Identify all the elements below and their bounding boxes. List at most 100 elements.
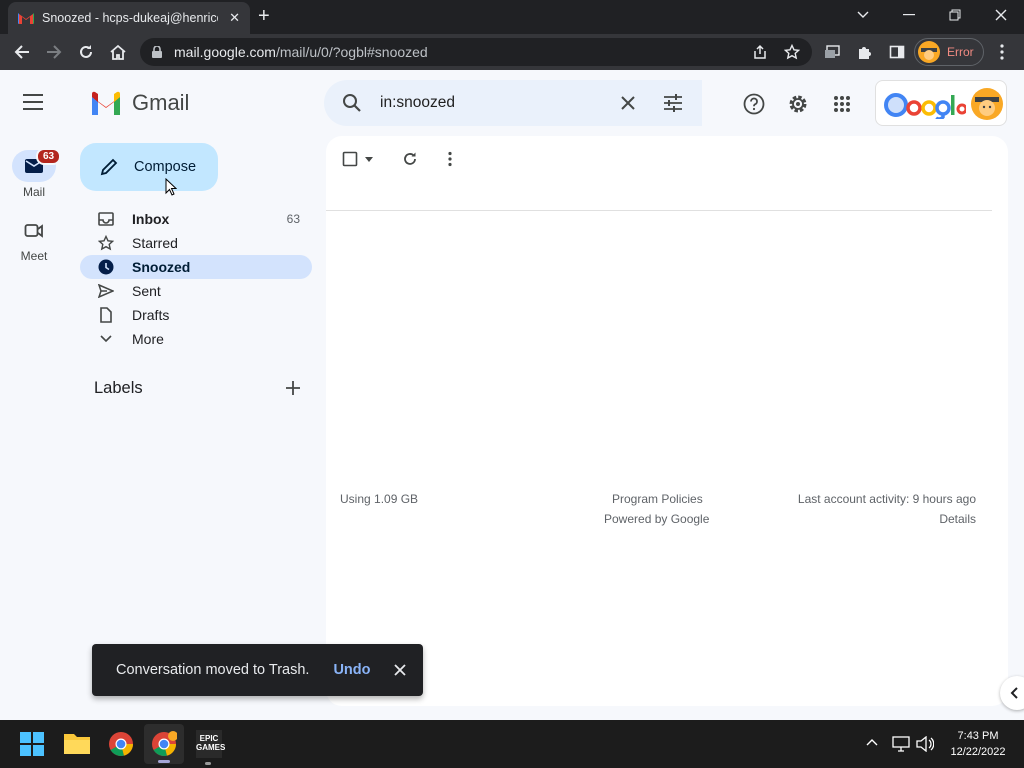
network-icon[interactable] bbox=[892, 736, 910, 752]
activity-details-link[interactable]: Details bbox=[939, 512, 976, 526]
tray-chevron-up-icon[interactable] bbox=[866, 738, 878, 746]
search-bar[interactable]: in:snoozed bbox=[324, 80, 702, 126]
nav-starred[interactable]: Starred bbox=[80, 231, 312, 255]
clear-search-icon[interactable] bbox=[621, 96, 635, 110]
settings-gear-icon[interactable] bbox=[778, 84, 818, 124]
epic-games-icon[interactable]: EPIC GAMES bbox=[196, 730, 225, 758]
minimize-icon[interactable] bbox=[886, 0, 932, 30]
rail-meet[interactable]: Meet bbox=[0, 222, 68, 263]
profile-error-button[interactable]: Error bbox=[914, 38, 984, 66]
close-window-icon[interactable] bbox=[978, 0, 1024, 30]
compose-label: Compose bbox=[134, 159, 197, 175]
clock-time[interactable]: 7:43 PM bbox=[948, 730, 1008, 742]
chevron-left-icon bbox=[1010, 687, 1018, 699]
video-camera-icon bbox=[24, 224, 43, 238]
select-all-checkbox[interactable] bbox=[342, 151, 373, 167]
nav-drafts[interactable]: Drafts bbox=[80, 303, 312, 327]
rail-meet-label: Meet bbox=[20, 249, 48, 263]
url-path: /mail/u/0/?ogbl#snoozed bbox=[275, 44, 428, 60]
mail-unread-badge: 63 bbox=[36, 148, 62, 165]
browser-menu-icon[interactable] bbox=[986, 34, 1018, 70]
google-doodle-logo bbox=[884, 93, 966, 119]
nav-inbox-label: Inbox bbox=[132, 211, 170, 227]
clock-icon bbox=[98, 259, 114, 275]
reload-icon[interactable] bbox=[70, 34, 102, 70]
bookmark-star-icon[interactable] bbox=[784, 44, 800, 60]
nav-snoozed-label: Snoozed bbox=[132, 259, 191, 275]
labels-heading: Labels bbox=[94, 379, 143, 397]
refresh-icon[interactable] bbox=[402, 151, 418, 167]
share-icon[interactable] bbox=[752, 44, 768, 60]
nav-more[interactable]: More bbox=[80, 327, 312, 351]
toolbar-divider bbox=[326, 210, 992, 211]
apps-grid-icon[interactable] bbox=[822, 84, 862, 124]
home-icon[interactable] bbox=[102, 34, 134, 70]
account-avatar-icon[interactable] bbox=[970, 87, 1004, 121]
search-options-icon[interactable] bbox=[663, 94, 683, 112]
close-tab-icon[interactable]: ✕ bbox=[229, 10, 240, 26]
program-policies-link[interactable]: Program Policies bbox=[612, 492, 703, 506]
nav-snoozed[interactable]: Snoozed bbox=[80, 255, 312, 279]
account-switcher[interactable] bbox=[875, 80, 1007, 126]
draft-icon bbox=[100, 307, 112, 323]
nav-inbox-count: 63 bbox=[286, 212, 300, 226]
compose-button[interactable]: Compose bbox=[80, 143, 218, 191]
url-text: mail.google.com/mail/u/0/?ogbl#snoozed bbox=[174, 44, 428, 60]
more-options-icon[interactable] bbox=[448, 151, 452, 167]
close-snackbar-icon[interactable] bbox=[394, 664, 407, 676]
search-input[interactable]: in:snoozed bbox=[380, 94, 455, 112]
storage-usage: Using 1.09 GB bbox=[340, 492, 419, 506]
support-icon[interactable] bbox=[734, 84, 774, 124]
undo-button[interactable]: Undo bbox=[333, 662, 370, 678]
nav-sent-label: Sent bbox=[132, 283, 161, 299]
new-tab-icon[interactable]: + bbox=[258, 6, 270, 26]
restore-icon[interactable] bbox=[932, 0, 978, 30]
media-router-icon[interactable] bbox=[816, 34, 848, 70]
add-label-icon[interactable] bbox=[286, 381, 300, 400]
nav-inbox[interactable]: Inbox 63 bbox=[80, 207, 312, 231]
pencil-icon bbox=[100, 158, 118, 176]
main-menu-icon[interactable] bbox=[22, 93, 44, 116]
send-icon bbox=[98, 284, 114, 298]
star-icon bbox=[98, 235, 114, 251]
chrome-profile-active-icon[interactable] bbox=[144, 724, 184, 764]
chevron-down-icon bbox=[100, 335, 112, 343]
lock-icon[interactable] bbox=[152, 46, 162, 58]
chrome-icon[interactable] bbox=[108, 731, 134, 762]
url-host: mail.google.com bbox=[174, 44, 276, 60]
inbox-icon bbox=[98, 212, 114, 226]
gmail-wordmark: Gmail bbox=[132, 90, 190, 115]
browser-toolbar: mail.google.com/mail/u/0/?ogbl#snoozed E… bbox=[0, 34, 1024, 70]
clock-date[interactable]: 12/22/2022 bbox=[948, 746, 1008, 758]
last-account-activity: Last account activity: 9 hours ago bbox=[797, 492, 976, 506]
mouse-cursor-icon bbox=[165, 178, 177, 196]
browser-title-bar: Snoozed - hcps-dukeaj@henrico... ✕ + bbox=[0, 0, 1024, 34]
browser-tab[interactable]: Snoozed - hcps-dukeaj@henrico... ✕ bbox=[8, 2, 250, 34]
rail-mail[interactable]: 63 Mail bbox=[0, 148, 68, 199]
nav-starred-label: Starred bbox=[132, 235, 178, 251]
gmail-logo[interactable]: Gmail bbox=[90, 90, 189, 116]
volume-icon[interactable] bbox=[916, 736, 934, 752]
tab-title: Snoozed - hcps-dukeaj@henrico... bbox=[42, 11, 218, 25]
checkbox-icon bbox=[342, 151, 358, 167]
nav-sent[interactable]: Sent bbox=[80, 279, 312, 303]
side-panel-icon[interactable] bbox=[881, 34, 913, 70]
powered-by-google: Powered by Google bbox=[604, 512, 710, 526]
taskbar: EPIC GAMES 7:43 PM 12/22/2022 bbox=[0, 720, 1024, 768]
forward-icon[interactable] bbox=[38, 34, 70, 70]
gmail-logo-icon bbox=[91, 91, 121, 115]
tab-search-icon[interactable] bbox=[840, 0, 886, 30]
snackbar: Conversation moved to Trash. Undo bbox=[92, 644, 423, 696]
back-icon[interactable] bbox=[6, 34, 38, 70]
nav-drafts-label: Drafts bbox=[132, 307, 170, 323]
side-panel-toggle[interactable] bbox=[1000, 676, 1024, 710]
select-dropdown-icon[interactable] bbox=[365, 156, 373, 162]
search-icon[interactable] bbox=[342, 93, 362, 113]
profile-error-label: Error bbox=[947, 45, 974, 59]
gmail-favicon-icon bbox=[18, 13, 34, 24]
nav-more-label: More bbox=[132, 331, 164, 347]
address-bar[interactable]: mail.google.com/mail/u/0/?ogbl#snoozed bbox=[140, 38, 812, 66]
file-explorer-icon[interactable] bbox=[64, 732, 90, 759]
extensions-puzzle-icon[interactable] bbox=[849, 34, 881, 70]
windows-start-icon[interactable] bbox=[20, 732, 44, 761]
